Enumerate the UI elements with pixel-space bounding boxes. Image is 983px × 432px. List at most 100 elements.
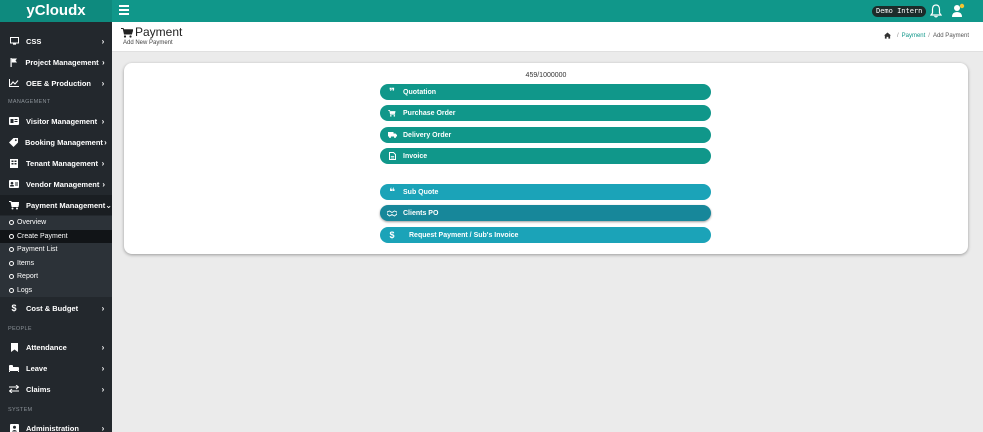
dollar-icon: $ [11,303,17,313]
sub-quote-button[interactable]: ❝ Sub Quote [380,184,711,200]
bookmark-icon [9,342,19,352]
dollar-icon: $ [389,230,395,240]
chevron-right-icon: › [101,36,105,46]
payment-submenu: Overview Create Payment Payment List Ite… [0,216,112,297]
invoice-button[interactable]: Invoice [380,148,711,164]
breadcrumb-current: Add Payment [932,32,969,39]
page-header: Payment Add New Payment / Payment / Add … [112,22,983,52]
sidebar-item-label: Administration [26,423,79,432]
sidebar-item-label: OEE & Production [26,78,92,88]
create-payment-card: 459/1000000 ❞ Quotation Purchase Order D… [124,63,968,254]
submenu-item-overview[interactable]: Overview [0,216,112,230]
home-icon[interactable] [883,32,891,39]
chevron-right-icon: › [101,423,105,432]
user-profile-icon[interactable] [951,3,965,18]
sidebar-item-label: Vendor Management [26,179,100,189]
sidebar-item-vendor-management[interactable]: Vendor Management › [0,174,112,194]
flag-icon [9,57,18,67]
truck-icon [387,130,397,140]
sidebar: CSS › Project Management › OEE & Product… [0,22,112,432]
chevron-right-icon: › [101,363,105,373]
chevron-right-icon: › [101,342,105,352]
circle-icon [9,233,14,239]
quote-icon: ❞ [389,86,395,98]
tag-icon [9,137,18,147]
circle-icon [9,247,14,253]
circle-icon [9,274,14,280]
brand-logo[interactable]: yCloudx [0,0,112,22]
demo-badge[interactable]: Demo Intern [872,6,927,17]
submenu-item-create-payment[interactable]: Create Payment [0,229,112,243]
section-label-management: MANAGEMENT [8,99,51,105]
sidebar-item-cost-budget[interactable]: $ Cost & Budget › [0,298,112,318]
sidebar-item-label: Visitor Management [26,116,98,126]
bed-icon [9,363,19,373]
sidebar-item-label: CSS [26,36,42,46]
chevron-right-icon: › [101,158,105,168]
sidebar-item-label: Tenant Management [26,158,98,168]
circle-icon [9,220,14,226]
cart-icon [9,200,19,210]
submenu-item-report[interactable]: Report [0,270,112,284]
file-icon [387,151,397,161]
chevron-down-icon: ⌄ [105,200,112,210]
chevron-right-icon: › [101,57,105,67]
chevron-right-icon: › [102,179,106,189]
sidebar-item-label: Booking Management [25,137,103,147]
sidebar-item-label: Payment Management [26,200,106,210]
breadcrumb: / Payment / Add Payment [883,32,969,39]
section-label-people: PEOPLE [8,326,32,332]
sidebar-item-attendance[interactable]: Attendance › [0,337,112,357]
page-title: Payment [135,25,183,39]
chevron-right-icon: › [101,303,105,313]
line-chart-icon [9,78,19,88]
submenu-item-logs[interactable]: Logs [0,284,112,298]
sidebar-item-administration[interactable]: Administration › [0,418,112,432]
top-bar: yCloudx Demo Intern [0,0,983,22]
quotation-button[interactable]: ❞ Quotation [380,84,711,100]
breadcrumb-separator: / [896,32,899,39]
purchase-order-button[interactable]: Purchase Order [380,105,711,121]
circle-icon [9,287,14,293]
user-box-icon [9,423,19,432]
monitor-icon [9,36,19,46]
sidebar-item-label: Attendance [26,342,67,352]
sidebar-item-payment-management[interactable]: Payment Management ⌄ [0,195,112,215]
sidebar-item-booking-management[interactable]: Booking Management › [0,132,112,152]
cart-icon [387,108,397,118]
chevron-right-icon: › [104,137,107,147]
clients-po-button[interactable]: Clients PO [380,205,711,221]
sidebar-item-leave[interactable]: Leave › [0,358,112,378]
sidebar-item-label: Project Management [25,57,99,67]
sidebar-item-claims[interactable]: Claims › [0,379,112,399]
chevron-right-icon: › [101,78,105,88]
sidebar-item-label: Leave [26,363,48,373]
submenu-item-payment-list[interactable]: Payment List [0,243,112,257]
page-subtitle: Add New Payment [123,40,173,46]
cart-icon [121,28,133,38]
bell-icon[interactable] [930,4,942,18]
request-payment-button[interactable]: $ Request Payment / Sub's Invoice [380,227,711,243]
sidebar-item-visitor-management[interactable]: Visitor Management › [0,111,112,131]
address-card-icon [9,179,19,189]
sidebar-item-project-management[interactable]: Project Management › [0,52,112,72]
id-card-icon [9,116,19,126]
sidebar-item-tenant-management[interactable]: Tenant Management › [0,153,112,173]
sidebar-item-label: Cost & Budget [26,303,79,313]
delivery-order-button[interactable]: Delivery Order [380,127,711,143]
sidebar-item-oee-production[interactable]: OEE & Production › [0,73,112,93]
circle-icon [9,260,14,266]
breadcrumb-link-payment[interactable]: Payment [902,33,926,39]
chevron-right-icon: › [101,116,105,126]
building-icon [9,158,19,168]
exchange-icon [9,384,19,394]
hamburger-menu-icon[interactable] [119,5,129,17]
breadcrumb-separator: / [928,32,930,39]
section-label-system: SYSTEM [8,407,33,413]
payment-counter: 459/1000000 [525,72,567,79]
submenu-item-items[interactable]: Items [0,257,112,271]
sidebar-item-label: Claims [26,384,51,394]
handshake-icon [387,208,397,218]
sidebar-item-css[interactable]: CSS › [0,31,112,51]
quote-icon: ❝ [389,186,395,198]
